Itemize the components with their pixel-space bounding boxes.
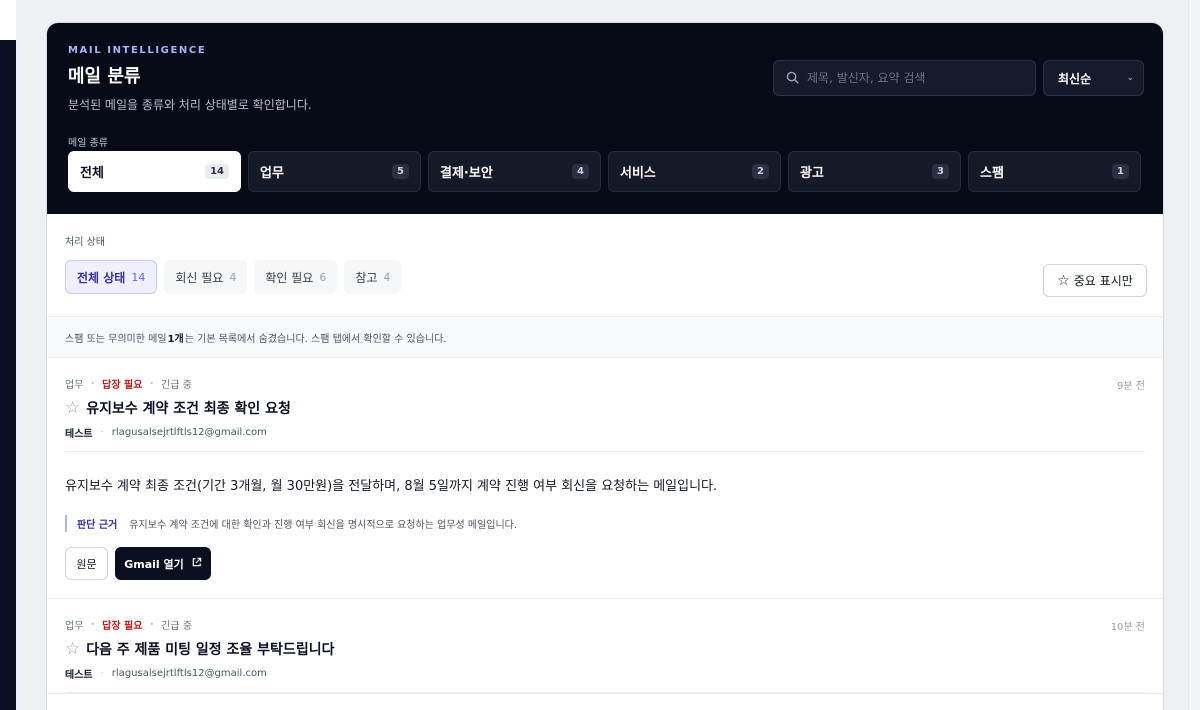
- star-icon[interactable]: ☆: [65, 639, 80, 659]
- mail-meta: 업무 • 답장 필요 • 긴급 중: [65, 617, 1145, 632]
- tab-work[interactable]: 업무 5: [248, 151, 421, 192]
- status-tab-all[interactable]: 전체 상태 14: [65, 260, 158, 294]
- status-tab-reply[interactable]: 회신 필요 4: [164, 260, 248, 294]
- mail-status: 답장 필요: [102, 380, 143, 391]
- category-tabs: 전체 14 업무 5 결제·보안 4 서비스 2 광고 3 스팸 1: [68, 151, 1141, 192]
- separator-dot: •: [149, 379, 155, 388]
- tab-service[interactable]: 서비스 2: [608, 151, 781, 192]
- reason-label: 판단 근거: [77, 520, 118, 531]
- important-only-button[interactable]: ☆ 중요 표시만: [1043, 264, 1147, 297]
- divider: [65, 692, 1145, 693]
- open-gmail-label: Gmail 열기: [124, 557, 184, 571]
- important-only-label: 중요 표시만: [1073, 274, 1133, 288]
- sender-email: rlagusalsejrtlftls12@gmail.com: [111, 427, 267, 438]
- page-subtitle: 분석된 메일을 종류와 처리 상태별로 확인합니다.: [68, 98, 312, 112]
- tab-label: 광고: [800, 166, 824, 181]
- tab-count: 14: [205, 164, 229, 179]
- tab-label: 스팸: [980, 166, 1004, 181]
- tab-label: 전체: [80, 166, 104, 181]
- separator-dot: •: [90, 379, 96, 388]
- status-label: 처리 상태: [65, 237, 105, 248]
- star-icon[interactable]: ☆: [65, 398, 80, 418]
- mail-sender: 테스트 · rlagusalsejrtlftls12@gmail.com: [65, 666, 1145, 681]
- mail-meta: 업무 • 답장 필요 • 긴급 중: [65, 376, 1145, 391]
- divider: [65, 451, 1145, 452]
- tab-count: 5: [392, 164, 409, 179]
- tab-count: 1: [1112, 164, 1129, 179]
- tab-label: 결제·보안: [440, 166, 493, 181]
- chevron-down-icon: ⌄: [1126, 73, 1134, 83]
- sort-value: 최신순: [1058, 71, 1092, 86]
- tab-payment-security[interactable]: 결제·보안 4: [428, 151, 601, 192]
- notice-count: 1개: [167, 333, 184, 345]
- status-tab-check[interactable]: 확인 필요 6: [254, 260, 338, 294]
- sender-email: rlagusalsejrtlftls12@gmail.com: [111, 668, 267, 679]
- status-tabs: 전체 상태 14 회신 필요 4 확인 필요 6 참고 4: [65, 260, 1145, 294]
- sender-name: 테스트: [65, 670, 93, 681]
- status-tab-label: 참고: [355, 270, 378, 285]
- status-tab-label: 확인 필요: [265, 270, 314, 285]
- tab-count: 3: [932, 164, 949, 179]
- external-link-icon: [184, 557, 202, 571]
- mail-status: 답장 필요: [102, 621, 143, 632]
- separator-dot: ·: [100, 668, 104, 679]
- tab-label: 업무: [260, 166, 284, 181]
- mail-priority: 긴급 중: [161, 621, 192, 632]
- tab-label: 서비스: [620, 166, 656, 181]
- notice-suffix: 는 기본 목록에서 숨겼습니다. 스팸 탭에서 확인할 수 있습니다.: [184, 333, 447, 345]
- tab-spam[interactable]: 스팸 1: [968, 151, 1141, 192]
- mail-reason: 판단 근거 유지보수 계약 조건에 대한 확인과 진행 여부 회신을 명시적으로…: [65, 515, 1145, 532]
- scrollbar[interactable]: [1188, 0, 1200, 710]
- mail-time: 9분 전: [1117, 381, 1145, 392]
- search-box[interactable]: [773, 60, 1036, 96]
- tab-ads[interactable]: 광고 3: [788, 151, 961, 192]
- spam-notice: 스팸 또는 무의미한 메일 1개 는 기본 목록에서 숨겼습니다. 스팸 탭에서…: [47, 317, 1163, 358]
- separator-dot: •: [149, 620, 155, 629]
- mail-category: 업무: [65, 621, 84, 632]
- category-label: 메일 종류: [68, 138, 108, 149]
- open-gmail-button[interactable]: Gmail 열기: [115, 547, 211, 580]
- status-tab-label: 전체 상태: [77, 270, 126, 285]
- mail-item[interactable]: 업무 • 답장 필요 • 긴급 중 10분 전 ☆ 다음 주 제품 미팅 일정 …: [47, 599, 1163, 694]
- mail-title-row: ☆ 유지보수 계약 조건 최종 확인 요청: [65, 398, 1145, 418]
- mail-title-row: ☆ 다음 주 제품 미팅 일정 조율 부탁드립니다: [65, 639, 1145, 659]
- mail-category: 업무: [65, 380, 84, 391]
- sender-name: 테스트: [65, 429, 93, 440]
- status-tab-count: 14: [131, 270, 146, 284]
- status-tab-count: 4: [229, 270, 237, 284]
- tab-all[interactable]: 전체 14: [68, 151, 241, 192]
- mail-sender: 테스트 · rlagusalsejrtlftls12@gmail.com: [65, 425, 1145, 440]
- status-tab-count: 6: [319, 270, 327, 284]
- search-input[interactable]: [807, 71, 1027, 85]
- status-tab-label: 회신 필요: [175, 270, 224, 285]
- mail-item[interactable]: 업무 • 답장 필요 • 긴급 중 9분 전 ☆ 유지보수 계약 조건 최종 확…: [47, 358, 1163, 599]
- eyebrow: MAIL INTELLIGENCE: [68, 45, 207, 56]
- tab-count: 4: [572, 164, 589, 179]
- separator-dot: •: [90, 620, 96, 629]
- status-filter: 처리 상태 전체 상태 14 회신 필요 4 확인 필요 6 참고 4 ☆ 중요…: [47, 214, 1163, 317]
- reason-text: 유지보수 계약 조건에 대한 확인과 진행 여부 회신을 명시적으로 요청하는 …: [129, 520, 518, 531]
- mail-actions: 원문 Gmail 열기: [65, 547, 1145, 598]
- separator-dot: ·: [100, 427, 104, 438]
- star-icon: ☆: [1057, 272, 1070, 289]
- mail-summary: 유지보수 계약 최종 조건(기간 3개월, 월 30만원)을 전달하며, 8월 …: [65, 479, 718, 494]
- original-button[interactable]: 원문: [65, 547, 108, 580]
- status-tab-count: 4: [383, 270, 391, 284]
- search-icon: [786, 69, 799, 88]
- tab-count: 2: [752, 164, 769, 179]
- status-tab-reference[interactable]: 참고 4: [344, 260, 402, 294]
- notice-prefix: 스팸 또는 무의미한 메일: [65, 333, 167, 345]
- sort-select[interactable]: 최신순 ⌄: [1043, 60, 1144, 96]
- mail-title[interactable]: 유지보수 계약 조건 최종 확인 요청: [86, 398, 291, 418]
- mail-classification-panel: MAIL INTELLIGENCE 메일 분류 분석된 메일을 종류와 처리 상…: [46, 22, 1164, 710]
- mail-time: 10분 전: [1110, 622, 1145, 633]
- left-sidebar-edge: [0, 0, 16, 710]
- mail-title[interactable]: 다음 주 제품 미팅 일정 조율 부탁드립니다: [86, 639, 334, 659]
- mail-priority: 긴급 중: [161, 380, 192, 391]
- header: MAIL INTELLIGENCE 메일 분류 분석된 메일을 종류와 처리 상…: [47, 23, 1163, 214]
